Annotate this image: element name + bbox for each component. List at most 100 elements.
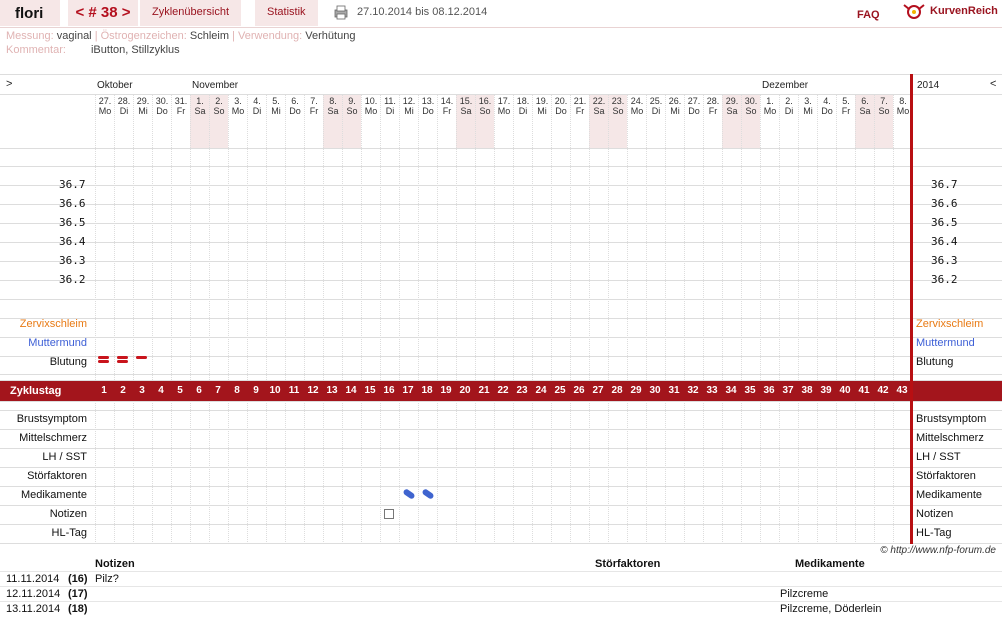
day-weekday: Do (555, 106, 567, 116)
day-header: 3. Mo (229, 96, 247, 116)
grid-vline (817, 94, 818, 544)
day-weekday: Mi (537, 106, 547, 116)
month-label: Dezember (762, 80, 809, 91)
brand-name: KurvenReich (930, 5, 998, 17)
note-text: Pilz? (95, 573, 119, 585)
note-medication: Pilzcreme, Döderlein (780, 603, 882, 615)
day-weekday: Mo (630, 106, 644, 116)
cycle-day-number: 26 (573, 385, 585, 396)
grid-hline (0, 524, 1002, 525)
day-weekday: Mi (271, 106, 281, 116)
day-header: 22. Sa (590, 96, 608, 116)
meta-line-2: Kommentar: iButton, Stillzyklus (6, 44, 180, 56)
cycle-navigator[interactable]: < # 38 > (68, 0, 138, 26)
day-weekday: Do (156, 106, 168, 116)
faq-link[interactable]: FAQ (857, 9, 880, 21)
cycle-day-number: 22 (497, 385, 509, 396)
cycle-day-number: 28 (611, 385, 623, 396)
row-label: LH / SST (42, 451, 87, 463)
print-icon[interactable] (333, 4, 349, 20)
day-weekday: Mo (98, 106, 112, 116)
day-header: 6. Sa (856, 96, 874, 116)
day-weekday: So (213, 106, 225, 116)
grid-vline (209, 94, 210, 544)
grid-vline (380, 94, 381, 544)
grid-vline (247, 94, 248, 544)
day-header: 2. Di (780, 96, 798, 116)
day-header: 10. Mo (362, 96, 380, 116)
cycle-day-number: 24 (535, 385, 547, 396)
day-weekday: Fr (575, 106, 585, 116)
note-cycle-day: (18) (68, 603, 88, 615)
day-number: 2. (785, 96, 793, 106)
day-weekday: Mo (763, 106, 777, 116)
row-label: HL-Tag (51, 527, 87, 539)
grid-hline (0, 505, 1002, 506)
note-icon[interactable] (384, 509, 394, 519)
grid-hline (0, 401, 1002, 402)
row-label-right: Mittelschmerz (916, 432, 984, 444)
day-weekday: Mo (231, 106, 245, 116)
day-header: 7. Fr (305, 96, 323, 116)
cycle-day-number: 29 (630, 385, 642, 396)
row-label-right: HL-Tag (916, 527, 952, 539)
day-weekday: Do (688, 106, 700, 116)
grid-hline (0, 299, 1002, 300)
grid-hline (0, 204, 1002, 205)
day-header: 23. So (609, 96, 627, 116)
day-header: 13. Do (419, 96, 437, 116)
day-number: 22. (592, 96, 606, 106)
row-label-right: LH / SST (916, 451, 961, 463)
day-number: 18. (516, 96, 530, 106)
grid-vline (114, 94, 115, 544)
username: flori (0, 0, 60, 26)
cycle-day-number: 3 (139, 385, 145, 396)
cycle-day-number: 40 (839, 385, 851, 396)
day-number: 28. (117, 96, 131, 106)
cycle-day-number: 36 (763, 385, 775, 396)
grid-vline (684, 94, 685, 544)
day-header: 28. Fr (704, 96, 722, 116)
day-weekday: Di (385, 106, 395, 116)
cycle-day-number: 5 (177, 385, 183, 396)
day-number: 20. (554, 96, 568, 106)
day-number: 10. (364, 96, 378, 106)
grid-vline (133, 94, 134, 544)
grid-hline (0, 94, 1002, 95)
day-header: 6. Do (286, 96, 304, 116)
tab-zyklenuebersicht[interactable]: Zyklenübersicht (140, 0, 242, 26)
cycle-day-number: 43 (896, 385, 908, 396)
day-weekday: Mi (670, 106, 680, 116)
day-weekday: Sa (460, 106, 472, 116)
cycle-day-number: 9 (253, 385, 259, 396)
day-weekday: Fr (841, 106, 851, 116)
messung-value: vaginal (56, 30, 92, 42)
grid-vline (171, 94, 172, 544)
day-weekday: Fr (309, 106, 319, 116)
day-number: 4. (823, 96, 831, 106)
cycle-day-number: 1 (101, 385, 107, 396)
day-weekday: Do (821, 106, 833, 116)
pill-icon[interactable] (421, 488, 435, 500)
pill-icon[interactable] (402, 488, 416, 500)
day-weekday: Do (422, 106, 434, 116)
chart-nav-left[interactable]: > (6, 78, 12, 90)
day-weekday: Sa (194, 106, 206, 116)
temp-label-right: 36.3 (931, 254, 958, 267)
day-header: 24. Mo (628, 96, 646, 116)
day-number: 15. (459, 96, 473, 106)
grid-vline (779, 94, 780, 544)
cycle-day-number: 42 (877, 385, 889, 396)
day-weekday: Di (119, 106, 129, 116)
day-header: 30. Do (153, 96, 171, 116)
tab-statistik[interactable]: Statistik (255, 0, 318, 26)
grid-vline (437, 94, 438, 544)
day-header: 27. Do (685, 96, 703, 116)
cycle-day-number: 37 (782, 385, 794, 396)
day-number: 9. (348, 96, 356, 106)
chart-nav-right[interactable]: < (990, 78, 996, 90)
day-number: 7. (880, 96, 888, 106)
temp-label-right: 36.5 (931, 216, 958, 229)
day-weekday: Mi (404, 106, 414, 116)
bleeding-mark (136, 356, 147, 359)
